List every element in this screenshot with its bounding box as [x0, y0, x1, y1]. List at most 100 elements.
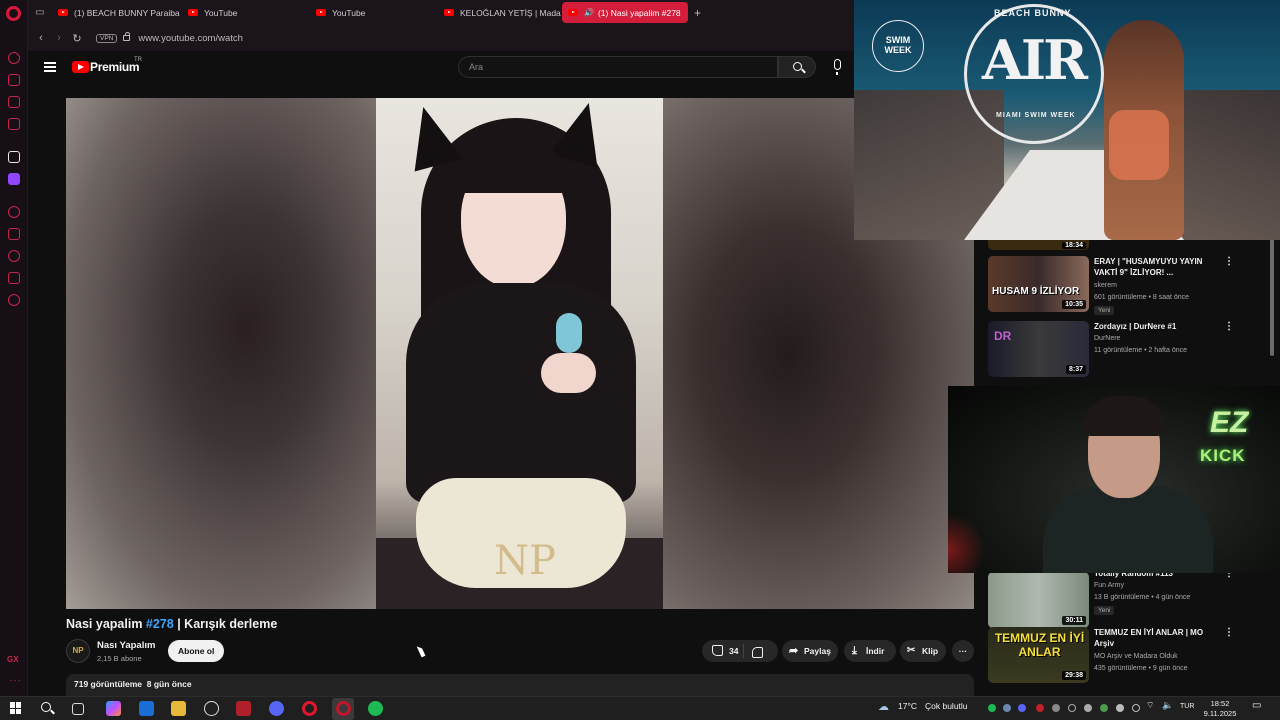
scrollbar[interactable] [1270, 238, 1274, 356]
video-player[interactable]: NP [66, 98, 974, 609]
discord-icon[interactable] [269, 701, 284, 716]
channel-avatar[interactable]: NP [66, 639, 90, 663]
search-button[interactable] [778, 56, 816, 78]
search-input[interactable]: Ara [458, 56, 778, 78]
more-icon[interactable]: ⋮ [1224, 627, 1234, 638]
microphone-icon[interactable] [834, 59, 841, 75]
url-field[interactable]: www.youtube.com/watch [138, 33, 243, 44]
network-wifi-icon[interactable]: ⌔ [1146, 700, 1154, 711]
speaker-icon[interactable]: 🔊 [584, 8, 594, 17]
channel-name[interactable]: Nası Yapalım [97, 640, 155, 651]
bookmarks-icon[interactable] [8, 228, 20, 240]
weather-temp[interactable]: 17°C [898, 701, 917, 711]
description-box[interactable]: 719 görüntüleme 8 gün önce [66, 674, 974, 696]
history-icon[interactable] [8, 250, 20, 262]
video-hand [541, 353, 596, 393]
app-tray-icon[interactable] [1084, 704, 1092, 712]
opera-logo-icon[interactable] [6, 6, 21, 21]
thumbnail[interactable]: TEMMUZ EN İYİ ANLAR 29:38 [988, 627, 1089, 683]
app-tray-icon[interactable] [1116, 704, 1124, 712]
rec-title[interactable]: Zordayız | DurNere #1 [1094, 321, 1220, 332]
share-button[interactable]: Paylaş [782, 640, 838, 662]
subscribe-button[interactable]: Abone ol [168, 640, 225, 662]
like-count[interactable]: 34 [729, 640, 738, 662]
app-tray-icon[interactable] [1052, 704, 1060, 712]
search-icon [793, 62, 802, 71]
taskbar-search-icon[interactable] [41, 702, 51, 712]
voicemod-icon[interactable] [236, 701, 251, 716]
file-explorer-icon[interactable] [171, 701, 186, 716]
dislike-icon[interactable] [752, 647, 763, 658]
youtube-favicon-icon [444, 9, 454, 16]
tab[interactable]: YouTube [182, 2, 310, 23]
nvidia-tray-icon[interactable] [1100, 704, 1108, 712]
thumbnail[interactable]: HUSAM 9 İZLİYOR 10:35 [988, 256, 1089, 312]
aria-icon[interactable] [8, 151, 20, 163]
settings-icon[interactable] [8, 294, 20, 306]
weather-icon[interactable]: ☁ [878, 700, 889, 713]
more-icon[interactable]: ⋮ [1224, 256, 1234, 267]
rec-channel[interactable]: MO Arşiv ve Madara Olduk [1094, 653, 1178, 660]
tab[interactable]: YouTube [310, 2, 438, 23]
hashtag-link[interactable]: #278 [146, 617, 174, 631]
thumbnail[interactable]: DR 8:37 [988, 321, 1089, 377]
sidebar-more-icon[interactable]: ··· [9, 675, 22, 686]
language-indicator[interactable]: TUR [1180, 703, 1194, 710]
youtube-brand[interactable]: Premium [90, 60, 140, 74]
tab[interactable]: KELOĞLAN YETİŞ | Mada [438, 2, 562, 23]
rec-title[interactable]: TEMMUZ EN İYİ ANLAR | MO Arşiv [1094, 627, 1220, 649]
list-item[interactable]: HUSAM 9 İZLİYOR 10:35 ERAY | "HUSAMYUYU … [988, 256, 1268, 316]
new-tab-button[interactable]: + [694, 6, 701, 20]
weather-text[interactable]: Çok bulutlu [925, 701, 968, 711]
more-icon[interactable]: ⋮ [1224, 321, 1234, 332]
clip-button[interactable]: Klip [900, 640, 946, 662]
twitch-icon[interactable] [8, 173, 20, 185]
opera-gx-icon[interactable] [336, 701, 351, 716]
thumbnail[interactable]: 30:11 [988, 572, 1089, 628]
tab[interactable]: (1) BEACH BUNNY Paraiba [52, 2, 182, 23]
tab-active[interactable]: 🔊 (1) Nasi yapalim #278 [562, 2, 688, 23]
whatsapp-icon[interactable] [8, 118, 20, 130]
list-item[interactable]: 30:11 Totally Random #113 Fun Army 13 B … [988, 568, 1268, 632]
notifications-icon[interactable]: ▭ [1252, 700, 1261, 711]
neon-sign-kick: KICK [1200, 446, 1246, 465]
clock[interactable]: 18:52 9.11.2025 [1200, 699, 1240, 719]
messenger-icon[interactable] [8, 96, 20, 108]
list-item[interactable]: DR 8:37 Zordayız | DurNere #1 DurNere 11… [988, 321, 1268, 381]
like-icon[interactable] [712, 645, 723, 656]
rec-title[interactable]: ERAY | "HUSAMYUYU YAYIN VAKTİ 9" İZLİYOR… [1094, 256, 1220, 278]
network-icon[interactable] [1132, 704, 1140, 712]
obs-icon[interactable] [204, 701, 219, 716]
task-view-icon[interactable] [72, 703, 84, 715]
extensions-icon[interactable] [8, 272, 20, 284]
upload-age: 8 gün önce [146, 679, 192, 689]
youtube-logo-icon[interactable] [72, 61, 89, 73]
back-icon[interactable]: ‹ [32, 32, 50, 44]
spotify-icon[interactable] [368, 701, 383, 716]
reload-icon[interactable]: ↻ [68, 32, 86, 45]
rec-channel[interactable]: skerem [1094, 282, 1117, 289]
shopping-icon[interactable] [8, 74, 20, 86]
outlook-icon[interactable] [139, 701, 154, 716]
speed-dial-icon[interactable] [8, 52, 20, 64]
player-icon[interactable] [8, 206, 20, 218]
copilot-icon[interactable] [106, 701, 121, 716]
forward-icon[interactable]: › [50, 32, 68, 44]
lock-icon[interactable] [123, 32, 131, 41]
vpn-badge[interactable]: VPN [96, 33, 118, 43]
download-button[interactable]: İndir [844, 640, 896, 662]
workspaces-icon[interactable]: ▭ [28, 0, 52, 25]
obs-tray-icon[interactable] [1068, 704, 1076, 712]
app-tray-icon[interactable] [1036, 704, 1044, 712]
discord-tray-icon[interactable] [1018, 704, 1026, 712]
steam-tray-icon[interactable] [1003, 704, 1011, 712]
menu-icon[interactable] [44, 62, 56, 72]
spotify-tray-icon[interactable] [988, 704, 996, 712]
list-item[interactable]: TEMMUZ EN İYİ ANLAR 29:38 TEMMUZ EN İYİ … [988, 627, 1268, 687]
rec-channel[interactable]: Fun Army [1094, 582, 1124, 589]
opera-icon[interactable] [302, 701, 317, 716]
more-actions-button[interactable]: ··· [952, 640, 974, 662]
volume-icon[interactable]: 🔈 [1162, 700, 1173, 711]
rec-channel[interactable]: DurNere [1094, 335, 1120, 342]
windows-start-icon[interactable] [10, 702, 22, 714]
